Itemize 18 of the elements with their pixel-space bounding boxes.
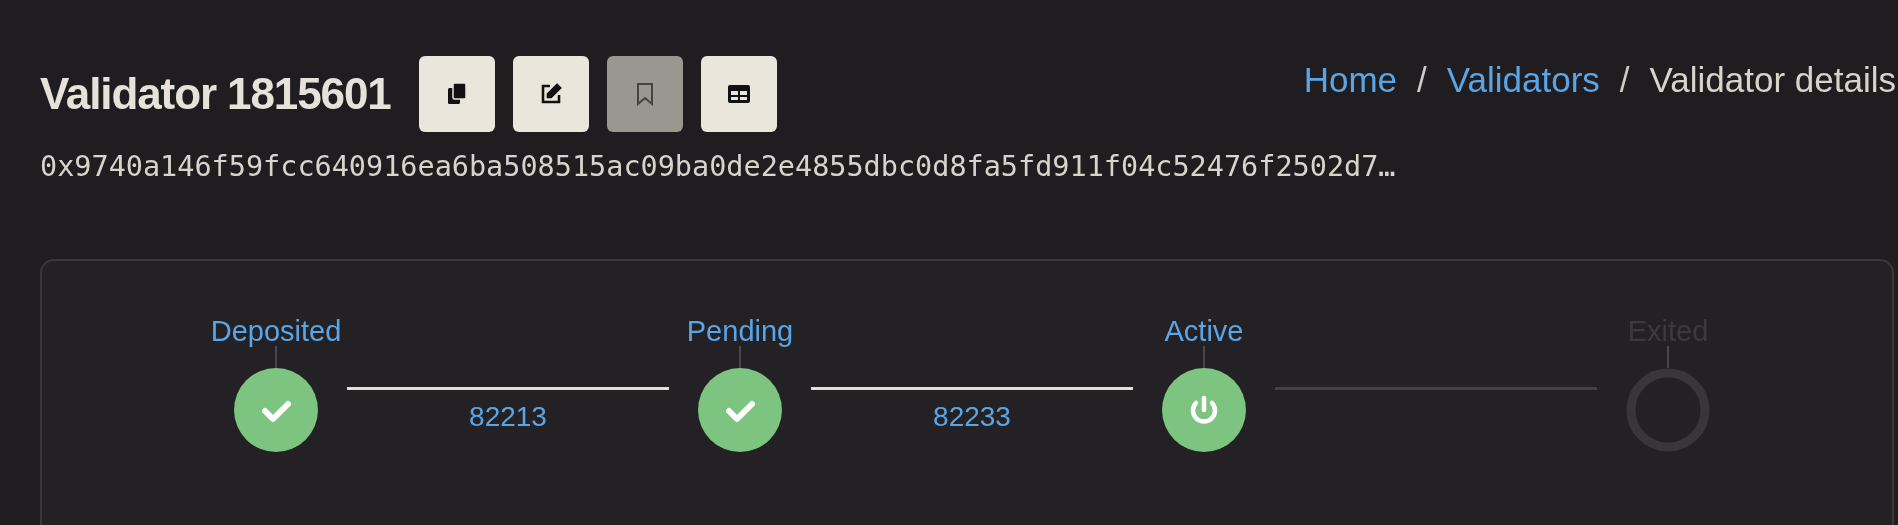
edit-button[interactable] [512, 56, 589, 132]
breadcrumb-separator: / [1417, 58, 1427, 101]
step-label: Active [1164, 316, 1244, 346]
breadcrumb-current: Validator details [1649, 58, 1896, 101]
validator-pubkey: 0x9740a146f59fcc640916ea6ba508515ac09ba0de2e4855dbc0d8fa5fd911f04c52476f2502d7… [40, 149, 1397, 185]
copy-button[interactable] [418, 56, 495, 132]
step-label: Deposited [210, 316, 342, 346]
table-button[interactable] [700, 56, 777, 132]
bookmark-icon [635, 82, 654, 106]
table-icon [726, 84, 751, 104]
page-title: Validator 1815601 [40, 72, 391, 116]
copy-icon [445, 82, 468, 106]
breadcrumb-separator: / [1619, 58, 1630, 101]
epoch-number: 82233 [933, 399, 1011, 434]
breadcrumb-link[interactable]: Home [1303, 53, 1398, 107]
epoch-number: 82213 [469, 399, 547, 434]
breadcrumb-link[interactable]: Validators [1446, 53, 1600, 107]
step-label: Pending [686, 316, 794, 346]
